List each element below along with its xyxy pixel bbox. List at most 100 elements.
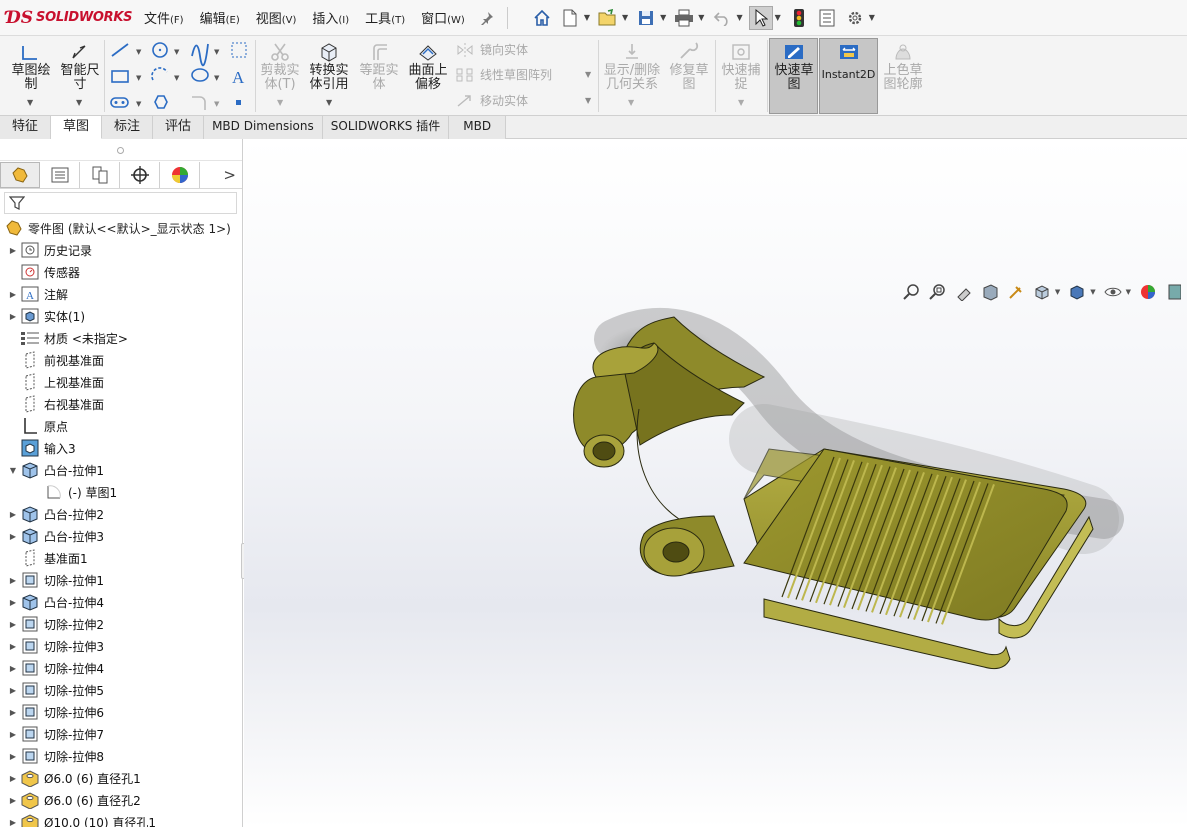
expand-arrow-icon[interactable]: ▶ — [6, 290, 20, 299]
chevron-down-icon[interactable]: ▼ — [584, 13, 590, 22]
expand-arrow-icon[interactable]: ▶ — [6, 730, 20, 739]
chevron-down-icon[interactable]: ▼ — [869, 13, 875, 22]
new-document-icon[interactable] — [558, 6, 582, 30]
tree-item[interactable]: ▶ 凸台-拉伸3 — [0, 525, 242, 547]
tree-item[interactable]: (-) 草图1 — [0, 481, 242, 503]
tree-item[interactable]: ▶ 切除-拉伸7 — [0, 723, 242, 745]
displaymanager-tab[interactable] — [160, 161, 200, 188]
chevron-down-icon[interactable]: ▼ — [736, 13, 742, 22]
configurationmanager-tab[interactable] — [80, 161, 120, 188]
tree-item[interactable]: 前视基准面 — [0, 349, 242, 371]
tree-item[interactable]: ▶ 切除-拉伸1 — [0, 569, 242, 591]
expand-arrow-icon[interactable]: ▶ — [6, 598, 20, 607]
tab-markup[interactable]: 标注 — [102, 116, 154, 139]
previous-view-icon[interactable] — [953, 282, 975, 302]
instant2d-button[interactable]: Instant2D — [820, 42, 877, 86]
chevron-down-icon[interactable]: ▼ — [27, 98, 33, 107]
expand-arrow-icon[interactable]: ▶ — [6, 664, 20, 673]
tree-item[interactable]: ▶ 实体(1) — [0, 305, 242, 327]
convert-entities-button[interactable]: 转换实 体引用 — [305, 42, 353, 92]
part-model-render[interactable] — [244, 139, 1187, 827]
chevron-down-icon[interactable]: ▼ — [660, 13, 666, 22]
tree-item[interactable]: ▼ 凸台-拉伸1 — [0, 459, 242, 481]
tree-item[interactable]: ▶ Ø6.0 (6) 直径孔2 — [0, 789, 242, 811]
chevron-down-icon[interactable]: ▼ — [585, 96, 591, 105]
tree-item[interactable]: ▶ 切除-拉伸8 — [0, 745, 242, 767]
chevron-down-icon[interactable]: ▼ — [628, 98, 634, 107]
chevron-down-icon[interactable]: ▼ — [277, 98, 283, 107]
expand-arrow-icon[interactable]: ▶ — [6, 246, 20, 255]
tree-item[interactable]: 上视基准面 — [0, 371, 242, 393]
expand-arrow-icon[interactable]: ▶ — [6, 818, 20, 827]
tab-mbd[interactable]: MBD — [449, 116, 507, 139]
rapid-sketch-button[interactable]: 快速草 图 — [770, 42, 818, 92]
save-icon[interactable] — [634, 6, 658, 30]
chevron-down-icon[interactable]: ▼ — [1055, 288, 1060, 296]
chevron-down-icon[interactable]: ▼ — [622, 13, 628, 22]
pin-icon[interactable] — [475, 6, 499, 30]
menu-file[interactable]: 文件(F) — [136, 8, 192, 27]
print-icon[interactable] — [672, 6, 696, 30]
tree-item[interactable]: 原点 — [0, 415, 242, 437]
section-view-icon[interactable] — [979, 282, 1001, 302]
view-orientation-icon[interactable] — [1031, 282, 1053, 302]
chevron-down-icon[interactable]: ▼ — [738, 98, 744, 107]
featuremanager-tree-tab[interactable] — [0, 161, 40, 188]
chevron-down-icon[interactable]: ▼ — [698, 13, 704, 22]
dimxpertmanager-tab[interactable] — [120, 161, 160, 188]
chevron-down-icon[interactable]: ▼ — [326, 98, 332, 107]
tree-item[interactable]: 右视基准面 — [0, 393, 242, 415]
offset-entities-button[interactable]: 等距实 体 — [356, 42, 402, 92]
quick-snaps-button[interactable]: 快速捕 捉 — [718, 42, 764, 92]
tree-item[interactable]: 传感器 — [0, 261, 242, 283]
solidworks-logo[interactable]: ƊS SOLIDWORKS — [6, 8, 136, 28]
hide-show-items-icon[interactable] — [1102, 282, 1124, 302]
expand-arrow-icon[interactable]: ▶ — [6, 774, 20, 783]
sketch-button[interactable]: 草图绘 制 — [8, 42, 54, 92]
tree-item[interactable]: 材质 <未指定> — [0, 327, 242, 349]
tab-solidworks-addins[interactable]: SOLIDWORKS 插件 — [322, 116, 450, 139]
expand-arrow-icon[interactable]: ▶ — [6, 642, 20, 651]
chevron-down-icon[interactable]: ▼ — [585, 70, 591, 79]
repair-sketch-button[interactable]: 修复草 图 — [666, 42, 712, 92]
tree-item[interactable]: ▶ A 注解 — [0, 283, 242, 305]
chevron-down-icon[interactable]: ▼ — [1126, 288, 1131, 296]
options-gear-icon[interactable] — [843, 6, 867, 30]
chevron-right-icon[interactable]: > — [223, 166, 236, 184]
expand-arrow-icon[interactable]: ▶ — [6, 620, 20, 629]
tree-item[interactable]: ▶ 切除-拉伸4 — [0, 657, 242, 679]
tree-item[interactable]: 基准面1 — [0, 547, 242, 569]
menu-edit[interactable]: 编辑(E) — [192, 8, 248, 27]
mirror-entities-button[interactable]: 镜向实体 — [456, 41, 528, 58]
tree-item[interactable]: ▶ 凸台-拉伸2 — [0, 503, 242, 525]
tree-item[interactable]: ▶ 凸台-拉伸4 — [0, 591, 242, 613]
zoom-to-fit-icon[interactable] — [901, 282, 923, 302]
tree-item[interactable]: ▶ 切除-拉伸5 — [0, 679, 242, 701]
tree-item[interactable]: ▶ 切除-拉伸6 — [0, 701, 242, 723]
chevron-down-icon[interactable]: ▼ — [76, 98, 82, 107]
tab-evaluate[interactable]: 评估 — [153, 116, 205, 139]
tree-item[interactable]: ▶ Ø10.0 (10) 直径孔1 — [0, 811, 242, 827]
chevron-down-icon[interactable]: ▼ — [775, 13, 781, 22]
expand-arrow-icon[interactable]: ▶ — [6, 576, 20, 585]
offset-on-surface-button[interactable]: 曲面上 偏移 — [404, 42, 452, 92]
graphics-area[interactable]: ▼ ▼ ▼ — [244, 139, 1187, 827]
display-style-icon[interactable] — [1066, 282, 1088, 302]
tree-root-part[interactable]: 零件图 (默认<<默认>_显示状态 1>) — [0, 217, 242, 239]
apply-scene-icon[interactable] — [1163, 282, 1185, 302]
linear-pattern-button[interactable]: 线性草图阵列 — [456, 66, 552, 83]
rebuild-traffic-light-icon[interactable] — [787, 6, 811, 30]
display-delete-relations-button[interactable]: 显示/删除 几何关系 — [602, 42, 662, 92]
tab-features[interactable]: 特征 — [0, 116, 52, 139]
zoom-to-area-icon[interactable] — [927, 282, 949, 302]
open-folder-icon[interactable] — [596, 6, 620, 30]
menu-window[interactable]: 窗口(W) — [413, 8, 473, 27]
smart-dimension-button[interactable]: 智能尺 寸 — [58, 42, 102, 92]
undo-icon[interactable] — [710, 6, 734, 30]
home-icon[interactable] — [530, 6, 554, 30]
menu-tools[interactable]: 工具(T) — [357, 8, 413, 27]
move-entities-button[interactable]: 移动实体 — [456, 92, 528, 109]
tab-mbd-dimensions[interactable]: MBD Dimensions — [204, 116, 323, 139]
expand-arrow-icon[interactable]: ▶ — [6, 510, 20, 519]
expand-arrow-icon[interactable]: ▶ — [6, 686, 20, 695]
